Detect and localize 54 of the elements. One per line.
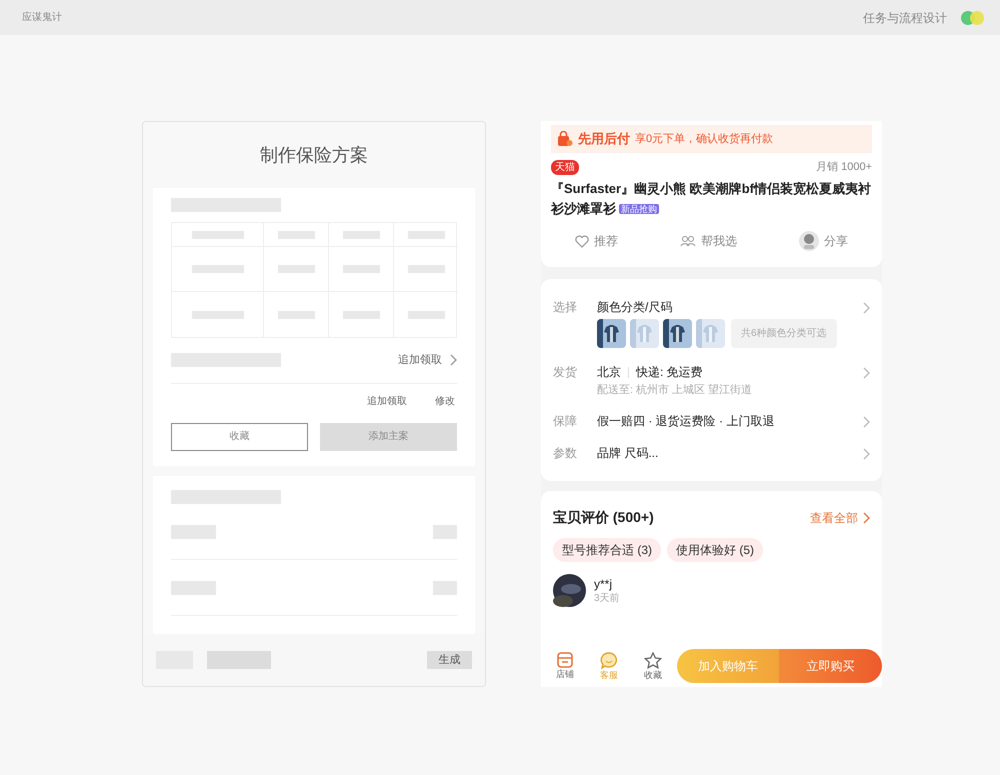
chevron-right-icon <box>863 512 870 524</box>
action-button[interactable]: 分享 <box>799 231 848 252</box>
action-button[interactable]: 推荐 <box>575 231 618 252</box>
store-icon <box>556 652 574 668</box>
people-icon <box>680 235 696 248</box>
chevron-right-icon <box>450 354 457 366</box>
spec-value: 颜色分类/尺码 <box>597 299 674 316</box>
app-name: 应谋鬼计 <box>22 10 62 25</box>
sales-count: 月销 1000+ <box>816 160 872 175</box>
new-tag: 新品抢购 <box>619 204 659 214</box>
spec-value: 品牌 尺码... <box>597 445 660 462</box>
bag-icon <box>557 131 573 147</box>
review-tag[interactable]: 使用体验好 (5) <box>667 538 763 562</box>
spec-row[interactable]: 参数 品牌 尺码... <box>553 437 870 470</box>
review-time: 3天前 <box>594 592 620 605</box>
review-user: y**j <box>594 576 614 592</box>
spec-value: 快递: 免运费 <box>636 364 703 380</box>
generate-button[interactable]: 生成 <box>427 651 472 669</box>
section-title: 任务与流程设计 <box>863 10 947 26</box>
bottom-tab[interactable]: 收藏 <box>630 652 675 680</box>
logo-icon <box>961 10 985 24</box>
heart-icon <box>575 234 589 248</box>
spec-row[interactable]: 选择 颜色分类/尺码 共6种颜色分类可选 <box>553 291 870 356</box>
save-button[interactable]: 收藏 <box>171 422 308 450</box>
chevron-right-icon <box>863 416 870 428</box>
action-link[interactable]: 追加领取 <box>367 394 407 408</box>
spec-label: 选择 <box>553 299 578 316</box>
placeholder-bar <box>207 651 271 669</box>
pay-later-text: 享0元下单，确认收货再付款 <box>635 132 774 147</box>
spec-value: 北京 <box>597 364 621 380</box>
panel-title: 制作保险方案 <box>260 144 368 166</box>
spec-value: 假一赔四 · 退货运费险 · 上门取退 <box>597 413 776 430</box>
avatar-icon <box>799 231 819 252</box>
delivery-address: 配送至: 杭州市 上城区 望江街道 <box>597 383 754 398</box>
pay-later-title: 先用后付 <box>578 130 630 148</box>
spec-row[interactable]: 保障 假一赔四 · 退货运费险 · 上门取退 <box>553 405 870 438</box>
star-icon <box>644 652 662 668</box>
action-button[interactable]: 帮我选 <box>680 231 737 252</box>
chevron-right-icon <box>863 448 870 460</box>
review-title: 宝贝评价 (500+) <box>553 508 654 528</box>
chat-icon <box>600 652 618 668</box>
spec-label: 发货 <box>553 364 578 382</box>
bottom-tab[interactable]: 店铺 <box>543 652 587 680</box>
spec-label: 参数 <box>553 445 578 462</box>
action-link[interactable]: 修改 <box>435 394 455 408</box>
spec-label: 保障 <box>553 413 578 430</box>
chevron-right-icon <box>863 367 870 380</box>
see-all-link[interactable]: 查看全部 <box>810 508 858 527</box>
spec-row[interactable]: 发货 北京 快递: 免运费 配送至: 杭州市 上城区 望江街道 <box>553 356 870 406</box>
more-link[interactable]: 追加领取 <box>398 352 442 368</box>
store-badge: 天猫 <box>551 160 579 175</box>
product-title: 『Surfaster』幽灵小熊 欧美潮牌bf情侣装宽松夏威夷衬衫沙滩罩衫 新品抢购 <box>551 180 872 218</box>
review-tag[interactable]: 型号推荐合适 (3) <box>553 538 661 562</box>
chevron-right-icon <box>863 302 870 314</box>
